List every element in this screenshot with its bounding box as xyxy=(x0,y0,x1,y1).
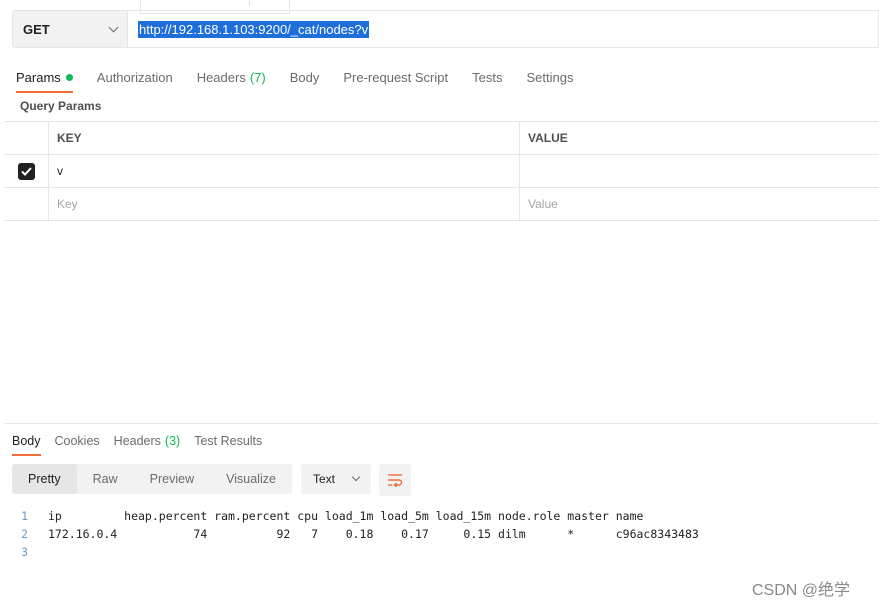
tab-response-body[interactable]: Body xyxy=(12,429,41,456)
code-text: 172.16.0.4 74 92 7 0.18 0.17 0.15 dilm *… xyxy=(48,527,699,541)
tab-test-results[interactable]: Test Results xyxy=(194,429,262,453)
tab-label: Params xyxy=(16,69,61,85)
response-headers-count: (3) xyxy=(164,434,181,448)
header-check-cell xyxy=(4,122,49,154)
request-tabs: Params Authorization Headers (7) Body Pr… xyxy=(16,63,597,93)
line-number: 3 xyxy=(21,545,28,559)
view-preview-button[interactable]: Preview xyxy=(134,464,210,494)
value-column-header: VALUE xyxy=(528,131,568,145)
key-column-header: KEY xyxy=(49,122,520,154)
tab-label: Body xyxy=(12,434,41,448)
pane-divider[interactable] xyxy=(4,423,879,424)
tab-params[interactable]: Params xyxy=(16,63,73,93)
method-label: GET xyxy=(23,21,50,37)
param-empty-row: Key Value xyxy=(4,188,879,221)
params-active-dot-icon xyxy=(65,73,73,81)
param-key-input[interactable]: v xyxy=(49,155,520,187)
tab-headers[interactable]: Headers (7) xyxy=(197,63,266,91)
request-bar: GET http://192.168.1.103:9200/_cat/nodes… xyxy=(12,10,879,48)
chevron-down-icon xyxy=(108,22,119,32)
wrap-lines-icon xyxy=(388,474,403,487)
params-header-row: KEY VALUE xyxy=(4,122,879,155)
tab-label: Settings xyxy=(526,69,574,85)
url-input[interactable]: http://192.168.1.103:9200/_cat/nodes?v xyxy=(128,10,879,48)
tab-authorization[interactable]: Authorization xyxy=(97,63,173,91)
params-table: KEY VALUE v Key Value xyxy=(4,121,879,221)
watermark: CSDN @绝学 xyxy=(752,582,851,599)
code-text: ip heap.percent ram.percent cpu load_1m … xyxy=(48,509,644,523)
tab-cookies[interactable]: Cookies xyxy=(55,429,100,453)
tab-tests[interactable]: Tests xyxy=(472,63,502,91)
checkmark-icon xyxy=(20,166,32,176)
new-key-input[interactable]: Key xyxy=(49,188,520,220)
param-check-cell xyxy=(4,155,49,187)
new-value-input[interactable]: Value xyxy=(520,188,879,220)
method-select[interactable]: GET xyxy=(12,10,128,48)
line-number: 1 xyxy=(21,509,28,523)
tab-label: Headers xyxy=(196,69,246,85)
response-tabs: Body Cookies Headers (3) Test Results xyxy=(12,429,276,456)
code-line: 2 172.16.0.4 74 92 7 0.18 0.17 0.15 dilm… xyxy=(12,525,699,543)
param-checkbox[interactable] xyxy=(17,162,35,180)
tab-settings[interactable]: Settings xyxy=(526,63,573,91)
param-value-input[interactable] xyxy=(520,155,879,187)
tab-response-headers[interactable]: Headers (3) xyxy=(114,429,181,453)
tab-label: Test Results xyxy=(194,434,263,448)
tab-label: Cookies xyxy=(54,434,100,448)
view-pretty-button[interactable]: Pretty xyxy=(12,464,77,494)
response-body[interactable]: 1 ip heap.percent ram.percent cpu load_1… xyxy=(12,507,699,561)
wrap-lines-button[interactable] xyxy=(379,464,411,496)
param-row: v xyxy=(4,155,879,188)
tab-pre-request-script[interactable]: Pre-request Script xyxy=(343,63,448,91)
line-number: 2 xyxy=(21,527,28,541)
headers-count: (7) xyxy=(249,69,266,85)
view-raw-button[interactable]: Raw xyxy=(77,464,134,494)
format-label: Text xyxy=(313,472,336,486)
tab-separator xyxy=(249,0,250,6)
view-visualize-button[interactable]: Visualize xyxy=(210,464,292,494)
tab-body[interactable]: Body xyxy=(290,63,320,91)
format-select[interactable]: Text xyxy=(301,464,371,494)
url-text: http://192.168.1.103:9200/_cat/nodes?v xyxy=(138,20,370,38)
chevron-down-icon xyxy=(351,472,361,482)
query-params-title: Query Params xyxy=(20,99,102,113)
code-line: 3 xyxy=(12,543,699,561)
empty-check-cell xyxy=(4,188,49,220)
view-mode-toggle: Pretty Raw Preview Visualize xyxy=(12,464,292,494)
tab-label: Authorization xyxy=(96,69,173,85)
tab-label: Tests xyxy=(472,69,503,85)
tab-label: Headers xyxy=(113,434,161,448)
code-line: 1 ip heap.percent ram.percent cpu load_1… xyxy=(12,507,699,525)
tab-label: Body xyxy=(289,69,320,85)
tab-label: Pre-request Script xyxy=(343,69,449,85)
